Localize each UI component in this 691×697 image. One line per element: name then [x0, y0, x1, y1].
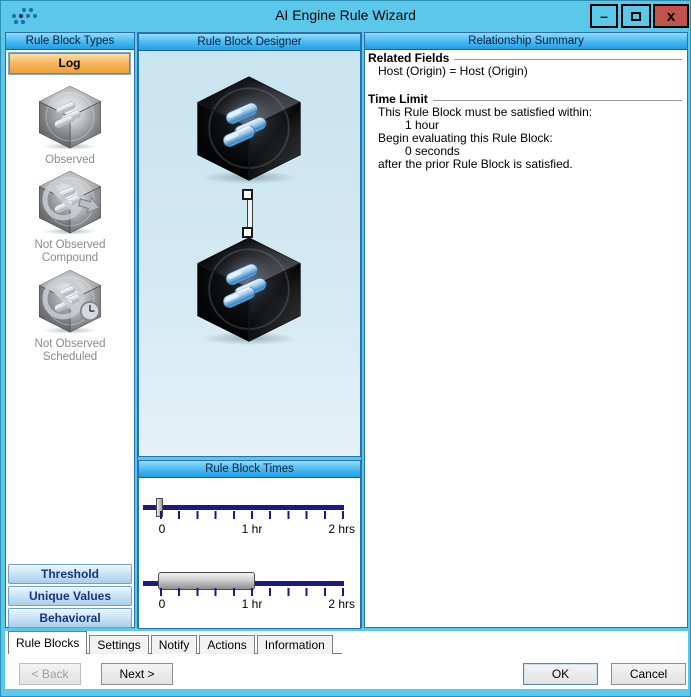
- tick-label: 0: [152, 522, 172, 536]
- footer: Rule Blocks Settings Notify Actions Info…: [5, 631, 688, 689]
- relationship-summary-header: Relationship Summary: [365, 33, 687, 50]
- tab-settings[interactable]: Settings: [89, 635, 148, 654]
- tab-rule-blocks[interactable]: Rule Blocks: [8, 631, 87, 654]
- summary-line: after the prior Rule Block is satisfied.: [368, 158, 684, 171]
- rule-block-designer-panel: Rule Block Designer: [138, 33, 361, 457]
- relationship-summary-panel: Relationship Summary Related Fields Host…: [364, 32, 688, 628]
- block-connector-line: [247, 197, 253, 231]
- not-observed-compound-icon: [35, 170, 105, 236]
- section-gap: [368, 78, 684, 93]
- type-label: Not Observed Scheduled: [6, 338, 134, 364]
- not-observed-scheduled-icon: [35, 269, 105, 335]
- designer-canvas[interactable]: [139, 51, 360, 456]
- close-icon: x: [667, 8, 675, 25]
- tick-label: 2 hrs: [323, 597, 355, 611]
- log-type-button[interactable]: Log: [9, 53, 130, 74]
- section-rule-line: [433, 100, 682, 101]
- tab-information[interactable]: Information: [257, 635, 333, 654]
- type-item-not-observed-scheduled[interactable]: Not Observed Scheduled: [6, 269, 134, 364]
- window-title: AI Engine Rule Wizard: [1, 7, 690, 23]
- type-item-observed[interactable]: Observed: [6, 85, 134, 167]
- times-area: 0 1 hr 2 hrs 0 1 hr 2 hrs: [139, 478, 360, 628]
- rule-block-cube-2[interactable]: [190, 236, 308, 346]
- unique-values-category-button[interactable]: Unique Values: [8, 586, 132, 606]
- rule-block-times-header: Rule Block Times: [139, 461, 360, 478]
- cancel-button[interactable]: Cancel: [611, 663, 686, 685]
- wizard-window: AI Engine Rule Wizard – x Rule Block Typ…: [0, 0, 691, 697]
- tab-notify[interactable]: Notify: [151, 635, 198, 654]
- next-button[interactable]: Next >: [101, 663, 173, 685]
- tick-label: 1 hr: [232, 522, 272, 536]
- rule-block-times-panel: Rule Block Times 0 1 hr 2 hrs 0 1 hr 2 h…: [138, 460, 361, 629]
- evaluation-slider-ticks: [160, 588, 344, 596]
- close-button[interactable]: x: [653, 4, 689, 28]
- tick-label: 1 hr: [232, 597, 272, 611]
- summary-content: Related Fields Host (Origin) = Host (Ori…: [365, 50, 687, 171]
- behavioral-category-button[interactable]: Behavioral: [8, 608, 132, 628]
- tab-strip: Rule Blocks Settings Notify Actions Info…: [8, 631, 335, 654]
- rule-block-cube-1[interactable]: [190, 75, 308, 185]
- maximize-icon: [631, 12, 641, 21]
- minimize-button[interactable]: –: [590, 4, 618, 28]
- threshold-category-button[interactable]: Threshold: [8, 564, 132, 584]
- section-rule-line: [454, 59, 682, 60]
- time-limit-slider-ticks: [160, 511, 344, 519]
- tick-label: 2 hrs: [323, 522, 355, 536]
- back-button[interactable]: < Back: [19, 663, 81, 685]
- type-label: Observed: [6, 154, 134, 167]
- minimize-icon: –: [600, 8, 608, 24]
- ok-button[interactable]: OK: [523, 663, 598, 685]
- summary-line: Host (Origin) = Host (Origin): [368, 65, 684, 78]
- tick-label: 0: [152, 597, 172, 611]
- rule-block-types-panel: Rule Block Types Log Observed Not Observ…: [5, 32, 135, 628]
- rule-block-designer-header: Rule Block Designer: [139, 34, 360, 51]
- tab-actions[interactable]: Actions: [199, 635, 254, 654]
- maximize-button[interactable]: [621, 4, 651, 28]
- type-item-not-observed-compound[interactable]: Not Observed Compound: [6, 170, 134, 265]
- time-limit-slider-track[interactable]: [143, 505, 344, 510]
- titlebar: AI Engine Rule Wizard – x: [1, 1, 690, 29]
- type-label: Not Observed Compound: [6, 239, 134, 265]
- rule-block-types-header: Rule Block Types: [6, 33, 134, 50]
- observed-cube-icon: [35, 85, 105, 151]
- designer-column: Rule Block Designer Rule Block Times 0 1…: [137, 32, 362, 628]
- connector-handle-top[interactable]: [242, 189, 253, 200]
